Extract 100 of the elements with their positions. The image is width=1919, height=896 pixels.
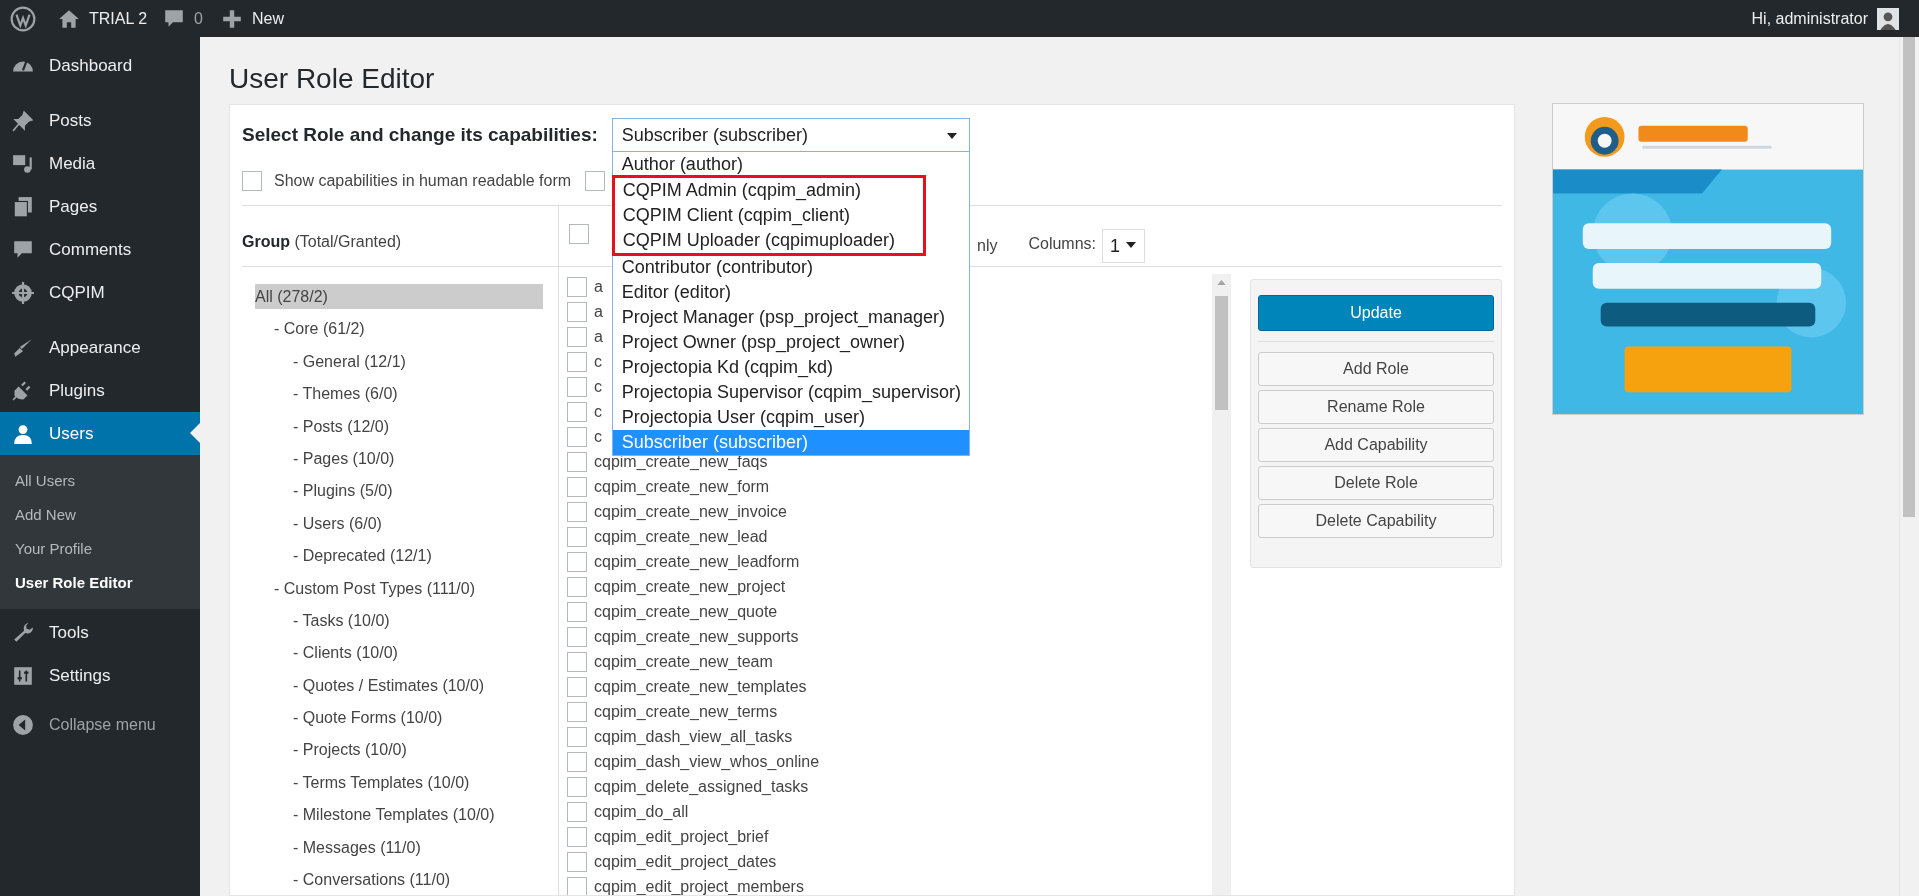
avatar-icon[interactable] <box>1877 7 1899 30</box>
sidebar-item[interactable]: CQPIM <box>0 271 200 314</box>
group-tree-item[interactable]: - Themes (6/0) <box>293 381 398 407</box>
sidebar-item[interactable]: Settings <box>0 654 200 697</box>
group-tree-item[interactable]: - Deprecated (12/1) <box>293 543 432 569</box>
role-option[interactable]: Author (author) <box>612 152 969 177</box>
group-tree-item[interactable]: - Tasks (10/0) <box>293 607 390 633</box>
capability-checkbox[interactable] <box>567 276 587 297</box>
checkbox[interactable] <box>242 171 262 191</box>
user-icon <box>12 422 34 445</box>
site-name-link[interactable]: TRIAL 2 <box>89 9 148 28</box>
submenu-item[interactable]: All Users <box>0 463 200 497</box>
group-tree-item[interactable]: - Quotes / Estimates (10/0) <box>293 672 485 698</box>
group-tree-item[interactable]: - Quote Forms (10/0) <box>293 705 443 731</box>
submenu-item[interactable]: Your Profile <box>0 531 200 565</box>
comment-count[interactable]: 0 <box>194 9 203 28</box>
sidebar-item[interactable]: Comments <box>0 228 200 271</box>
group-tree-item[interactable]: - General (12/1) <box>293 348 406 374</box>
greeting-link[interactable]: Hi, administrator <box>1751 9 1868 28</box>
capability-checkbox[interactable] <box>567 701 587 722</box>
group-tree-item[interactable]: - Core (61/2) <box>274 316 365 342</box>
wordpress-logo-icon[interactable] <box>10 5 36 32</box>
role-option[interactable]: CQPIM Admin (cqpim_admin) <box>615 178 923 203</box>
capability-checkbox[interactable] <box>567 551 587 572</box>
capability-label: c <box>594 352 602 371</box>
capability-checkbox[interactable] <box>567 851 587 872</box>
capability-label: cqpim_dash_view_whos_online <box>594 752 820 771</box>
group-tree-item[interactable]: - Projects (10/0) <box>293 737 407 763</box>
sidebar-item[interactable]: Media <box>0 142 200 185</box>
group-tree-item[interactable]: - Clients (10/0) <box>293 640 398 666</box>
new-link[interactable]: New <box>252 9 284 28</box>
sidebar-item[interactable]: Posts <box>0 99 200 142</box>
group-column-heading: Group (Total/Granted) <box>242 232 402 251</box>
capability-label: cqpim_create_new_templates <box>594 677 807 696</box>
capability-checkbox[interactable] <box>567 401 587 422</box>
capability-checkbox[interactable] <box>567 801 587 822</box>
group-tree-item[interactable]: - Users (6/0) <box>293 510 382 536</box>
capability-checkbox[interactable] <box>567 776 587 797</box>
submenu-item[interactable]: Add New <box>0 497 200 531</box>
capability-label: cqpim_create_new_invoice <box>594 502 787 521</box>
action-button[interactable]: Add Capability <box>1258 428 1494 462</box>
group-tree-item[interactable]: - Plugins (5/0) <box>293 478 393 504</box>
capability-checkbox[interactable] <box>567 601 587 622</box>
sidebar-item[interactable]: Plugins <box>0 369 200 412</box>
role-option[interactable]: Projectopia User (cqpim_user) <box>612 405 969 430</box>
select-all-checkbox[interactable] <box>569 224 589 244</box>
capability-checkbox[interactable] <box>567 751 587 772</box>
scrollbar[interactable] <box>1212 274 1231 895</box>
group-tree-item[interactable]: - Messages (11/0) <box>293 834 421 860</box>
group-tree-item[interactable]: - Terms Templates (10/0) <box>293 769 470 795</box>
plus-icon[interactable] <box>221 7 243 30</box>
action-button[interactable]: Add Role <box>1258 352 1494 386</box>
capability-checkbox[interactable] <box>567 351 587 372</box>
scroll-thumb[interactable] <box>1903 37 1915 517</box>
columns-select[interactable]: 1 <box>1102 229 1146 263</box>
capability-checkbox[interactable] <box>567 301 587 322</box>
action-button[interactable]: Rename Role <box>1258 390 1494 424</box>
capability-checkbox[interactable] <box>567 451 587 472</box>
capability-checkbox[interactable] <box>567 651 587 672</box>
role-option[interactable]: Project Owner (psp_project_owner) <box>612 330 969 355</box>
capability-checkbox[interactable] <box>567 876 587 895</box>
checkbox[interactable] <box>585 171 606 191</box>
scroll-up-icon[interactable] <box>1217 280 1226 285</box>
role-option[interactable]: Project Manager (psp_project_manager) <box>612 305 969 330</box>
group-tree-item[interactable]: - Pages (10/0) <box>293 445 395 471</box>
capability-checkbox[interactable] <box>567 676 587 697</box>
group-tree-item[interactable]: - Posts (12/0) <box>293 413 390 439</box>
scroll-thumb[interactable] <box>1215 296 1228 410</box>
capability-checkbox[interactable] <box>567 426 587 447</box>
role-option[interactable]: Projectopia Kd (cqpim_kd) <box>612 355 969 380</box>
group-tree-item[interactable]: All (278/2) <box>255 284 543 309</box>
capability-label: cqpim_create_new_faqs <box>594 452 768 471</box>
role-option[interactable]: Editor (editor) <box>612 280 969 305</box>
role-select[interactable]: Subscriber (subscriber) <box>611 118 970 152</box>
capability-checkbox[interactable] <box>567 826 587 847</box>
action-button[interactable]: Delete Role <box>1258 466 1494 500</box>
capability-checkbox[interactable] <box>567 501 587 522</box>
capability-checkbox[interactable] <box>567 326 587 347</box>
sidebar-item[interactable]: Tools <box>0 611 200 654</box>
group-tree-item[interactable]: - Custom Post Types (111/0) <box>274 575 475 601</box>
capability-checkbox[interactable] <box>567 726 587 747</box>
role-option[interactable]: Contributor (contributor) <box>612 255 969 280</box>
action-button[interactable]: Delete Capability <box>1258 504 1494 538</box>
capability-checkbox[interactable] <box>567 576 587 597</box>
collapse-menu-button[interactable]: Collapse menu <box>0 703 200 746</box>
role-option[interactable]: Projectopia Supervisor (cqpim_supervisor) <box>612 380 969 405</box>
role-option[interactable]: CQPIM Uploader (cqpimuploader) <box>615 228 923 253</box>
sidebar-item[interactable]: Appearance <box>0 326 200 369</box>
sidebar-item[interactable]: Pages <box>0 185 200 228</box>
capability-checkbox[interactable] <box>567 376 587 397</box>
submenu-item[interactable]: User Role Editor <box>0 565 200 599</box>
capability-checkbox[interactable] <box>567 526 587 547</box>
sidebar-item[interactable]: Dashboard <box>0 44 200 87</box>
sidebar-item[interactable]: Users <box>0 412 200 455</box>
group-tree-item[interactable]: - Milestone Templates (10/0) <box>293 802 495 828</box>
role-option[interactable]: CQPIM Client (cqpim_client) <box>615 203 923 228</box>
capability-checkbox[interactable] <box>567 476 587 497</box>
update-button[interactable]: Update <box>1258 295 1494 331</box>
capability-checkbox[interactable] <box>567 626 587 647</box>
group-tree-item[interactable]: - Conversations (11/0) <box>293 867 451 893</box>
